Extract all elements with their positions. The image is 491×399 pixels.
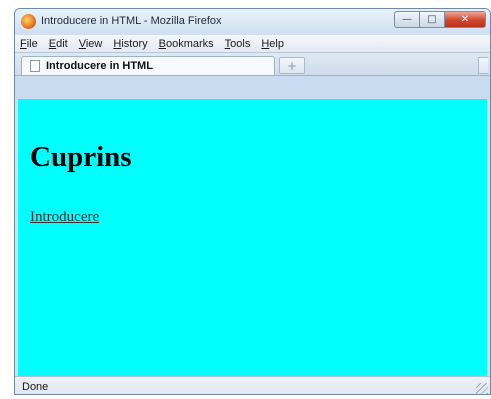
tab-list-button[interactable] (478, 57, 488, 74)
page-heading: Cuprins (30, 141, 132, 173)
window-controls: — □ ✕ (394, 11, 486, 29)
window-title: Introducere in HTML - Mozilla Firefox (41, 15, 222, 27)
menu-view[interactable]: View (79, 38, 103, 50)
menu-tools[interactable]: Tools (225, 38, 251, 50)
firefox-icon (21, 14, 36, 29)
close-icon: ✕ (460, 14, 470, 25)
tab-strip: Introducere in HTML + (15, 53, 490, 76)
status-bar: Done (15, 376, 490, 394)
menu-edit[interactable]: Edit (49, 38, 68, 50)
maximize-button[interactable]: □ (419, 11, 445, 28)
document-icon (30, 60, 40, 72)
page-content: Cuprins Introducere (15, 99, 490, 376)
new-tab-button[interactable]: + (279, 57, 305, 74)
menu-file[interactable]: File (20, 38, 38, 50)
tab-introducere[interactable]: Introducere in HTML (21, 56, 275, 75)
introducere-link[interactable]: Introducere (30, 209, 99, 226)
tab-label: Introducere in HTML (46, 60, 153, 72)
minimize-icon: — (402, 14, 412, 25)
browser-window: Introducere in HTML - Mozilla Firefox — … (14, 8, 491, 395)
menu-help[interactable]: Help (261, 38, 284, 50)
minimize-button[interactable]: — (394, 11, 420, 28)
menu-bookmarks[interactable]: Bookmarks (159, 38, 214, 50)
maximize-icon: □ (427, 14, 437, 25)
resize-grip-icon[interactable] (476, 383, 488, 394)
close-button[interactable]: ✕ (444, 11, 486, 28)
title-bar[interactable]: Introducere in HTML - Mozilla Firefox — … (15, 9, 490, 35)
plus-icon: + (286, 58, 298, 73)
menu-history[interactable]: History (113, 38, 147, 50)
menu-bar: File Edit View History Bookmarks Tools H… (15, 35, 490, 53)
status-text: Done (22, 381, 49, 393)
